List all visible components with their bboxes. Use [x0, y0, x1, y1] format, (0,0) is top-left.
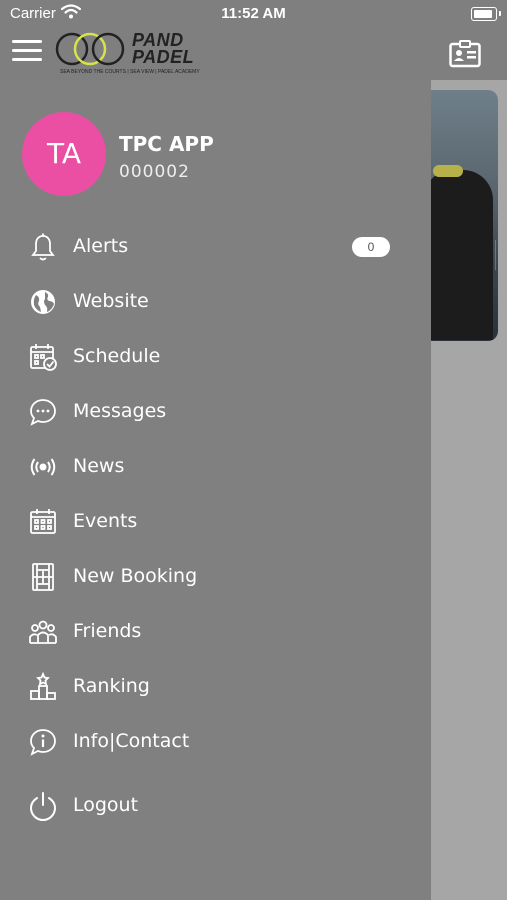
power-icon	[28, 791, 58, 821]
menu-label-news: News	[73, 455, 125, 477]
side-drawer: TA TPC APP 000002 Alerts 0 Website Sched…	[0, 80, 431, 900]
logo-line2: PADEL	[132, 47, 195, 67]
calendar-grid-icon	[28, 507, 58, 537]
user-name: TPC APP	[119, 132, 214, 156]
menu-item-news[interactable]: News	[0, 446, 431, 490]
info-bubble-icon	[28, 727, 58, 757]
menu-item-ranking[interactable]: Ranking	[0, 666, 431, 710]
app-logo: PAND PADEL SEA BEYOND THE COURTS | SEA V…	[52, 30, 212, 78]
battery-icon	[471, 7, 501, 21]
menu-item-info-contact[interactable]: Info|Contact	[0, 721, 431, 765]
menu-label-website: Website	[73, 290, 149, 312]
clock: 11:52 AM	[221, 5, 286, 22]
court-icon	[28, 562, 58, 592]
member-id: 000002	[119, 162, 190, 182]
menu-icon[interactable]	[12, 40, 42, 64]
menu-item-logout[interactable]: Logout	[0, 785, 431, 829]
alerts-count-badge: 0	[352, 237, 390, 257]
status-bar: Carrier 11:52 AM	[0, 0, 507, 28]
podium-icon	[28, 672, 58, 702]
menu-item-new-booking[interactable]: New Booking	[0, 556, 431, 600]
menu-label-alerts: Alerts	[73, 235, 129, 257]
avatar[interactable]: TA	[22, 112, 106, 196]
menu-label-messages: Messages	[73, 400, 167, 422]
chat-bubble-icon	[28, 397, 58, 427]
menu-item-alerts[interactable]: Alerts 0	[0, 226, 431, 270]
member-card-icon[interactable]	[449, 40, 481, 68]
menu-item-website[interactable]: Website	[0, 281, 431, 325]
menu-label-ranking: Ranking	[73, 675, 150, 697]
menu-item-messages[interactable]: Messages	[0, 391, 431, 435]
menu-label-events: Events	[73, 510, 138, 532]
menu-label-info-contact: Info|Contact	[73, 730, 190, 752]
globe-icon	[28, 287, 58, 317]
people-icon	[28, 617, 58, 647]
menu-item-friends[interactable]: Friends	[0, 611, 431, 655]
menu-label-new-booking: New Booking	[73, 565, 198, 587]
menu-label-friends: Friends	[73, 620, 142, 642]
app-header: PAND PADEL SEA BEYOND THE COURTS | SEA V…	[0, 28, 507, 80]
menu-item-schedule[interactable]: Schedule	[0, 336, 431, 380]
logo-tagline: SEA BEYOND THE COURTS | SEA VIEW | PADEL…	[60, 69, 200, 75]
bell-icon	[28, 232, 58, 262]
menu-item-events[interactable]: Events	[0, 501, 431, 545]
broadcast-icon	[28, 452, 58, 482]
calendar-check-icon	[28, 342, 58, 372]
logo-balls-icon	[55, 32, 125, 66]
menu-label-schedule: Schedule	[73, 345, 161, 367]
menu-label-logout: Logout	[73, 794, 139, 816]
